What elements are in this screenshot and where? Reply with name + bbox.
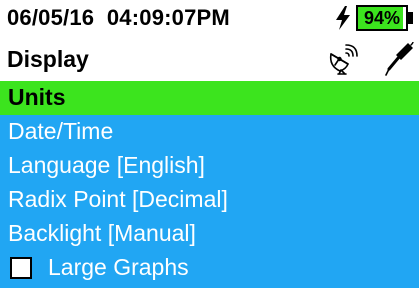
page-title: Display [7,46,89,72]
menu-item-language[interactable]: Language [English] [0,149,419,183]
menu-item-date-time[interactable]: Date/Time [0,115,419,149]
menu-item-label: Date/Time [8,118,114,144]
menu-item-radix-point[interactable]: Radix Point [Decimal] [0,183,419,217]
battery-percent-label: 94% [363,8,401,28]
menu-item-label: Radix Point [Decimal] [8,186,228,212]
probe-icon [385,42,414,76]
menu-item-backlight[interactable]: Backlight [Manual] [0,217,419,251]
menu-item-units[interactable]: Units [0,81,419,115]
status-bar: 06/05/16 04:09:07PM 94% [0,0,419,38]
charging-bolt-icon [336,6,350,30]
menu-item-label: Language [English] [8,152,205,178]
menu-list: Units Date/Time Language [English] Radix… [0,81,419,288]
menu-item-label: Units [8,84,66,110]
battery-terminal [408,12,413,24]
datetime-display: 06/05/16 04:09:07PM [7,5,230,30]
menu-item-label: Backlight [Manual] [8,220,196,246]
menu-item-large-graphs[interactable]: Large Graphs [0,251,419,288]
large-graphs-checkbox[interactable] [10,257,32,279]
satellite-dish-icon [329,44,358,75]
menu-item-label: Large Graphs [48,254,189,280]
battery-indicator: 94% [356,5,408,31]
device-screen: 06/05/16 04:09:07PM 94% Display Units Da… [0,0,419,288]
